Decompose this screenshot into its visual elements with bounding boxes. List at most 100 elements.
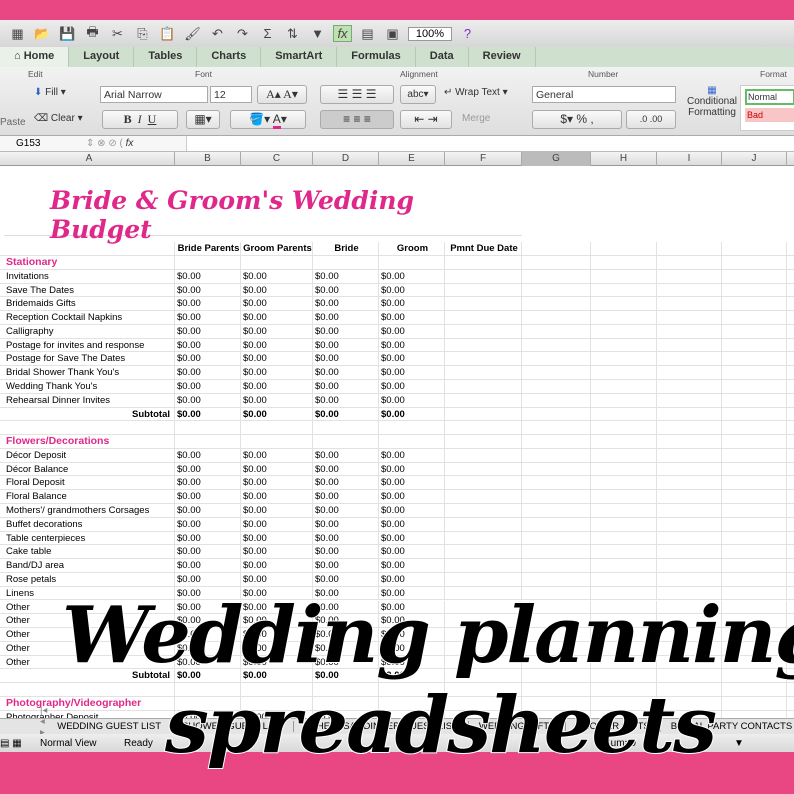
cell[interactable] <box>522 393 591 407</box>
cell[interactable]: $0.00 <box>241 311 313 324</box>
cell[interactable] <box>591 352 657 366</box>
cell[interactable] <box>591 421 657 435</box>
tab-review[interactable]: Review <box>469 47 536 67</box>
cell[interactable] <box>722 366 787 379</box>
cell[interactable] <box>522 242 591 255</box>
cell[interactable]: Postage for invites and response <box>4 338 175 352</box>
cell[interactable] <box>591 324 657 338</box>
cell[interactable]: $0.00 <box>175 311 241 324</box>
tab-formulas[interactable]: Formulas <box>337 47 416 67</box>
cell[interactable] <box>591 242 657 255</box>
cell[interactable] <box>657 393 722 407</box>
cell[interactable] <box>722 448 787 462</box>
cell[interactable] <box>522 572 591 586</box>
cell[interactable] <box>657 283 722 297</box>
cell[interactable] <box>657 380 722 393</box>
cell[interactable]: $0.00 <box>175 476 241 490</box>
tab-home[interactable]: ⌂ Home <box>0 47 70 67</box>
cell[interactable]: Flowers/Decorations <box>4 435 175 448</box>
column-header[interactable]: E <box>379 152 445 166</box>
cell[interactable]: $0.00 <box>175 297 241 311</box>
cell[interactable] <box>657 572 722 586</box>
cell[interactable] <box>445 448 522 462</box>
cell[interactable] <box>175 435 241 448</box>
cell[interactable]: Bridal Shower Thank You's <box>4 366 175 379</box>
cell[interactable] <box>522 283 591 297</box>
column-header[interactable]: D <box>313 152 379 166</box>
cell[interactable]: $0.00 <box>313 297 379 311</box>
cell[interactable] <box>722 256 787 269</box>
autosum-icon[interactable]: Σ <box>258 26 277 41</box>
cell[interactable]: Calligraphy <box>4 324 175 338</box>
cell[interactable] <box>313 435 379 448</box>
cell[interactable]: $0.00 <box>379 504 445 517</box>
cell[interactable] <box>657 407 722 421</box>
cell[interactable] <box>522 338 591 352</box>
cell[interactable] <box>313 421 379 435</box>
cell[interactable]: $0.00 <box>241 380 313 393</box>
cell[interactable] <box>657 311 722 324</box>
cell[interactable] <box>722 504 787 517</box>
cell[interactable]: $0.00 <box>175 504 241 517</box>
cell[interactable] <box>591 462 657 476</box>
cell[interactable] <box>241 421 313 435</box>
cell[interactable] <box>4 421 175 435</box>
cell[interactable]: $0.00 <box>241 448 313 462</box>
cell[interactable]: $0.00 <box>175 352 241 366</box>
cell[interactable]: $0.00 <box>175 338 241 352</box>
cell[interactable] <box>522 311 591 324</box>
cell[interactable]: Rehearsal Dinner Invites <box>4 393 175 407</box>
cell[interactable] <box>522 448 591 462</box>
vertical-align-buttons[interactable]: ☰ ☰ ☰ <box>320 85 394 104</box>
cell[interactable] <box>657 256 722 269</box>
cell[interactable]: $0.00 <box>313 559 379 572</box>
cell[interactable] <box>522 297 591 311</box>
cell[interactable] <box>657 448 722 462</box>
cell[interactable] <box>722 407 787 421</box>
cell[interactable] <box>522 421 591 435</box>
cell[interactable]: Décor Deposit <box>4 448 175 462</box>
cell[interactable]: Bride <box>313 242 379 255</box>
cell[interactable] <box>722 490 787 503</box>
cell[interactable]: $0.00 <box>379 407 445 421</box>
cell[interactable] <box>445 269 522 283</box>
cell[interactable]: $0.00 <box>175 559 241 572</box>
tab-layout[interactable]: Layout <box>69 47 135 67</box>
cell[interactable] <box>379 256 445 269</box>
cell[interactable] <box>522 256 591 269</box>
cell[interactable]: $0.00 <box>313 366 379 379</box>
cell[interactable]: Décor Balance <box>4 462 175 476</box>
cell[interactable]: $0.00 <box>175 269 241 283</box>
cell[interactable]: $0.00 <box>175 366 241 379</box>
cell[interactable] <box>657 517 722 531</box>
undo-icon[interactable]: ↶ <box>208 26 227 42</box>
cell[interactable]: Table centerpieces <box>4 531 175 545</box>
cell[interactable] <box>445 462 522 476</box>
print-icon[interactable]: 🖶 <box>83 23 102 45</box>
cell[interactable] <box>445 297 522 311</box>
name-box[interactable]: G153 <box>0 138 86 149</box>
cell[interactable] <box>522 366 591 379</box>
zoom-select[interactable]: 100% <box>408 26 452 41</box>
cell[interactable]: Buffet decorations <box>4 517 175 531</box>
cell[interactable]: $0.00 <box>313 324 379 338</box>
cell[interactable]: $0.00 <box>241 324 313 338</box>
cell[interactable] <box>445 531 522 545</box>
cell[interactable]: Floral Balance <box>4 490 175 503</box>
cell[interactable]: Cake table <box>4 545 175 559</box>
column-header[interactable]: B <box>175 152 241 166</box>
cell[interactable]: $0.00 <box>313 517 379 531</box>
cell[interactable]: $0.00 <box>175 448 241 462</box>
cell[interactable] <box>722 338 787 352</box>
cell[interactable]: $0.00 <box>379 366 445 379</box>
help-icon[interactable]: ? <box>458 26 477 41</box>
cell[interactable] <box>722 352 787 366</box>
cell[interactable]: $0.00 <box>379 338 445 352</box>
cell[interactable]: $0.00 <box>241 559 313 572</box>
formula-input[interactable] <box>186 136 794 151</box>
cell[interactable] <box>445 572 522 586</box>
cell[interactable]: $0.00 <box>379 297 445 311</box>
conditional-formatting-button[interactable]: ▦ Conditional Formatting <box>684 85 740 118</box>
cell[interactable] <box>445 559 522 572</box>
cell[interactable]: $0.00 <box>241 517 313 531</box>
